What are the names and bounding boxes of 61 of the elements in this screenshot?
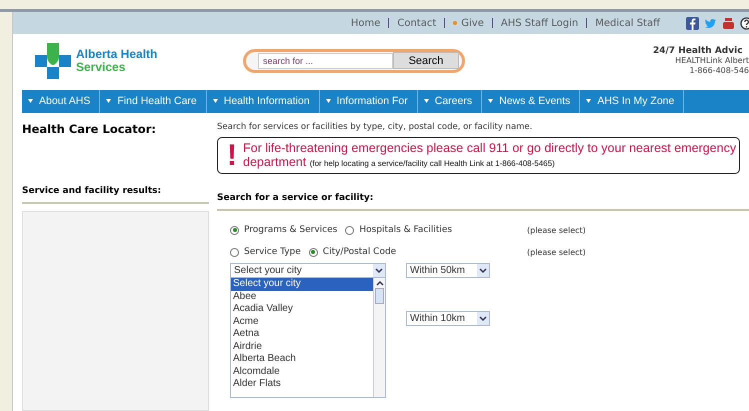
- page-title: Health Care Locator:: [22, 122, 157, 138]
- caret-icon: [488, 99, 494, 104]
- city-select[interactable]: Select your city: [230, 263, 386, 278]
- city-option[interactable]: Alder Flats: [231, 378, 373, 390]
- nav-item[interactable]: Find Health Care: [100, 90, 207, 113]
- city-option[interactable]: Select your city: [231, 278, 373, 290]
- radio-option[interactable]: Service Type: [230, 247, 301, 257]
- caret-icon: [212, 99, 218, 104]
- search-field[interactable]: search for ...: [258, 52, 393, 69]
- hint-text: (please select): [527, 248, 586, 256]
- city-option[interactable]: Acadia Valley: [231, 303, 373, 316]
- logo-icon: [35, 42, 71, 79]
- video-icon[interactable]: [722, 16, 735, 30]
- section-heading: Search for a service or facility:: [217, 193, 749, 211]
- city-option[interactable]: Acme: [231, 316, 373, 328]
- advice-title: 24/7 Health Advic: [653, 46, 743, 56]
- phone-number: 1-866-408-546: [689, 66, 749, 76]
- nav-item[interactable]: News & Events: [482, 90, 580, 113]
- nav-item[interactable]: About AHS: [22, 90, 100, 113]
- top-link[interactable]: Medical Staff: [587, 18, 668, 29]
- radio-button[interactable]: [230, 248, 239, 256]
- caret-icon: [106, 99, 112, 104]
- scrollbar[interactable]: [373, 278, 385, 397]
- top-link[interactable]: Contact: [389, 18, 444, 29]
- nav-item[interactable]: AHS In My Zone: [580, 90, 684, 113]
- nav-item[interactable]: Careers: [418, 90, 482, 113]
- radio-option[interactable]: Hospitals & Facilities: [345, 225, 452, 235]
- search-button[interactable]: Search: [393, 52, 459, 70]
- facebook-icon[interactable]: [686, 16, 699, 30]
- radio-option[interactable]: Programs & Services: [230, 225, 338, 235]
- distance-select[interactable]: Within 50km: [406, 263, 490, 278]
- city-option[interactable]: Alberta Beach: [231, 353, 373, 366]
- city-option[interactable]: Airdrie: [231, 340, 373, 353]
- scroll-thumb[interactable]: [375, 288, 384, 304]
- logo-text: Alberta Health Services: [76, 48, 158, 74]
- caret-icon: [326, 99, 331, 104]
- hint-text: (please select): [527, 226, 586, 234]
- section-heading: Service and facility results:: [22, 186, 209, 204]
- top-link[interactable]: AHS Staff Login: [492, 18, 586, 29]
- nav-item[interactable]: Information For: [320, 90, 418, 113]
- city-option[interactable]: Alcomdale: [231, 366, 373, 378]
- intro-text: Search for services or facilities by type, city, postal code, or facility name.: [217, 122, 534, 132]
- top-link[interactable]: Give: [445, 18, 492, 29]
- caret-icon: [28, 99, 33, 104]
- bullet-icon: [453, 20, 458, 25]
- city-option[interactable]: Aetna: [231, 328, 373, 340]
- scroll-up-icon[interactable]: [374, 278, 384, 288]
- radio-button[interactable]: [230, 226, 239, 234]
- radio-button[interactable]: [345, 226, 354, 234]
- advice-text: HEALTHLink Albert: [675, 56, 749, 66]
- help-icon[interactable]: [740, 16, 749, 30]
- radio-option[interactable]: City/Postal Code: [308, 247, 396, 257]
- city-option[interactable]: Abee: [231, 290, 373, 303]
- caret-icon: [424, 99, 429, 104]
- radio-button[interactable]: [308, 248, 318, 256]
- emergency-message: For life-threatening emergencies please call 911 or go directly to your nearest emergency department (for help locating a service/facility call Health Link at 1-866-408-5465): [243, 140, 738, 170]
- nav-item[interactable]: Health Information: [206, 90, 320, 113]
- distance-select[interactable]: Within 10km: [406, 311, 490, 326]
- caret-icon: [586, 99, 592, 104]
- exclamation-mark: !: [227, 140, 237, 170]
- top-link[interactable]: Home: [342, 18, 388, 29]
